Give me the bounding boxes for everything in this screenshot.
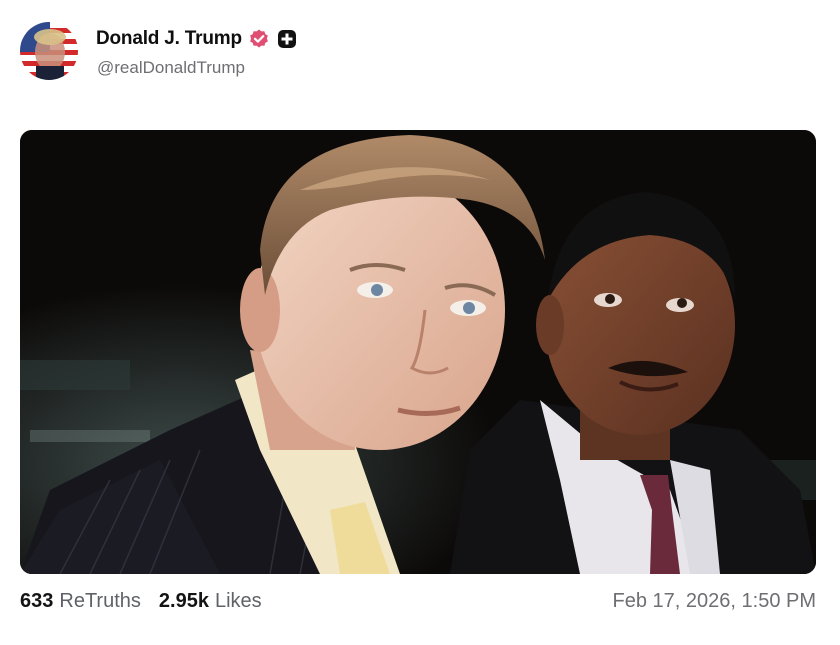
- author-handle[interactable]: @realDonaldTrump: [97, 58, 245, 78]
- two-men-in-suits-photo-icon: [20, 130, 816, 574]
- retruths-count: 633: [20, 590, 54, 612]
- retruths-label: ReTruths: [59, 590, 141, 612]
- retruths-stat[interactable]: 633 ReTruths: [20, 590, 141, 613]
- post-photo[interactable]: [20, 130, 816, 574]
- post-timestamp[interactable]: Feb 17, 2026, 1:50 PM: [613, 590, 816, 613]
- likes-label: Likes: [214, 590, 262, 612]
- author-name-row: Donald J. Trump: [96, 26, 298, 52]
- likes-count: 2.95k: [158, 590, 209, 612]
- plus-square-icon: [276, 28, 298, 50]
- author-avatar[interactable]: [20, 22, 78, 80]
- verified-badge-icon: [248, 28, 270, 50]
- likes-stat[interactable]: 2.95k Likes: [159, 590, 262, 613]
- author-display-name[interactable]: Donald J. Trump: [96, 28, 242, 50]
- post-stats: 633 ReTruths 2.95k Likes: [20, 590, 262, 613]
- flag-portrait-avatar-icon: [20, 22, 78, 80]
- truth-post: Donald J. Trump @realDonaldTrump 633 ReT…: [0, 0, 840, 645]
